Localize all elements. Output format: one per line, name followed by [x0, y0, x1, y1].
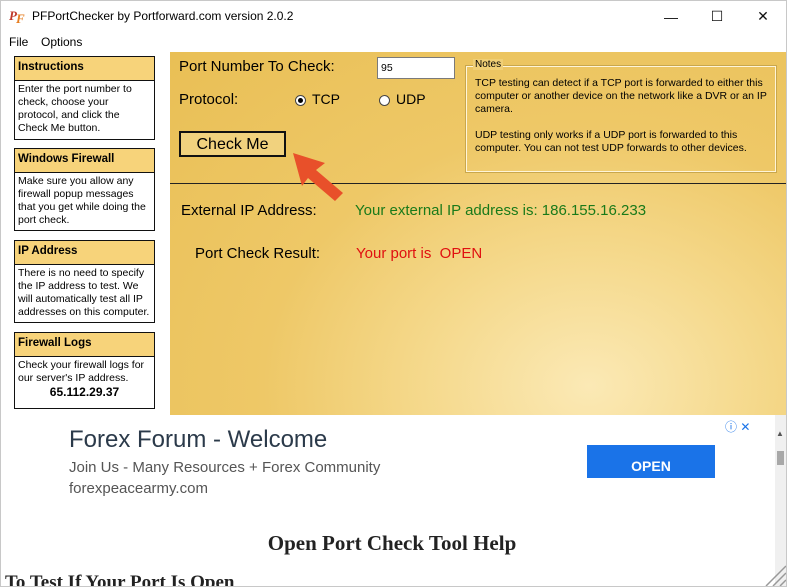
port-check-result-label: Port Check Result:: [195, 245, 321, 262]
svg-text:F: F: [15, 11, 25, 25]
port-check-result-value: Your port is OPEN: [356, 245, 483, 262]
ad-choices-icon[interactable]: ⓘ ✕: [725, 418, 750, 435]
menu-bar: File Options: [1, 32, 786, 52]
check-me-button[interactable]: Check Me: [179, 131, 286, 157]
udp-radio-label[interactable]: UDP: [396, 91, 426, 107]
red-arrow-icon: [293, 153, 343, 201]
external-ip-value: Your external IP address is: 186.155.16.…: [355, 202, 647, 219]
protocol-label: Protocol:: [179, 91, 239, 108]
server-ip-value: 65.112.29.37: [49, 385, 120, 399]
ad-url[interactable]: forexpeacearmy.com: [69, 480, 208, 497]
app-window: P F PFPortChecker by Portforward.com ver…: [0, 0, 787, 587]
port-number-input[interactable]: [377, 57, 455, 79]
maximize-button[interactable]: ☐: [694, 1, 740, 32]
menu-file[interactable]: File: [9, 35, 28, 49]
notes-group: Notes TCP testing can detect if a TCP po…: [465, 59, 777, 173]
ip-address-heading: IP Address: [14, 240, 155, 265]
close-button[interactable]: ✕: [740, 1, 786, 32]
notes-udp-text: UDP testing only works if a UDP port is …: [475, 129, 747, 154]
external-ip-label: External IP Address:: [181, 202, 317, 219]
minimize-button[interactable]: —: [648, 1, 694, 32]
divider-line: [170, 183, 786, 184]
ad-subtitle: Join Us - Many Resources + Forex Communi…: [69, 459, 381, 476]
ad-open-button[interactable]: OPEN: [587, 445, 715, 478]
help-heading: Open Port Check Tool Help: [267, 531, 517, 555]
port-number-label: Port Number To Check:: [179, 58, 335, 75]
ad-title[interactable]: Forex Forum - Welcome: [69, 426, 327, 454]
notes-text: TCP testing can detect if a TCP port is …: [475, 77, 771, 155]
web-content: Forex Forum - Welcome Join Us - Many Res…: [1, 415, 786, 587]
firewall-logs-heading: Firewall Logs: [14, 332, 155, 357]
scroll-up-icon[interactable]: ▲: [776, 429, 784, 438]
udp-radio[interactable]: [379, 95, 390, 106]
title-bar: P F PFPortChecker by Portforward.com ver…: [1, 1, 786, 32]
firewall-logs-box: Check your firewall logs for our server'…: [14, 357, 155, 409]
help-subheading: To Test If Your Port Is Open: [5, 572, 235, 587]
resize-grip-icon[interactable]: [762, 549, 787, 587]
ad-banner[interactable]: Forex Forum - Welcome Join Us - Many Res…: [28, 415, 758, 506]
tcp-radio-label[interactable]: TCP: [312, 91, 340, 107]
firewall-text: Make sure you allow any firewall popup m…: [14, 173, 155, 231]
pf-logo-icon: P F: [9, 8, 25, 25]
notes-title: Notes: [473, 59, 504, 70]
menu-options[interactable]: Options: [41, 35, 82, 49]
firewall-logs-text: Check your firewall logs for our server'…: [18, 359, 145, 384]
scroll-thumb[interactable]: [777, 451, 784, 465]
ip-address-text: There is no need to specify the IP addre…: [14, 265, 155, 323]
sidebar: Instructions Enter the port number to ch…: [1, 52, 167, 415]
main-panel: Port Number To Check: Protocol: TCP UDP …: [170, 52, 786, 415]
tcp-radio[interactable]: [295, 95, 306, 106]
notes-tcp-text: TCP testing can detect if a TCP port is …: [475, 77, 767, 115]
window-title: PFPortChecker by Portforward.com version…: [32, 9, 294, 23]
instructions-text: Enter the port number to check, choose y…: [14, 81, 155, 140]
firewall-heading: Windows Firewall: [14, 148, 155, 173]
instructions-heading: Instructions: [14, 56, 155, 81]
